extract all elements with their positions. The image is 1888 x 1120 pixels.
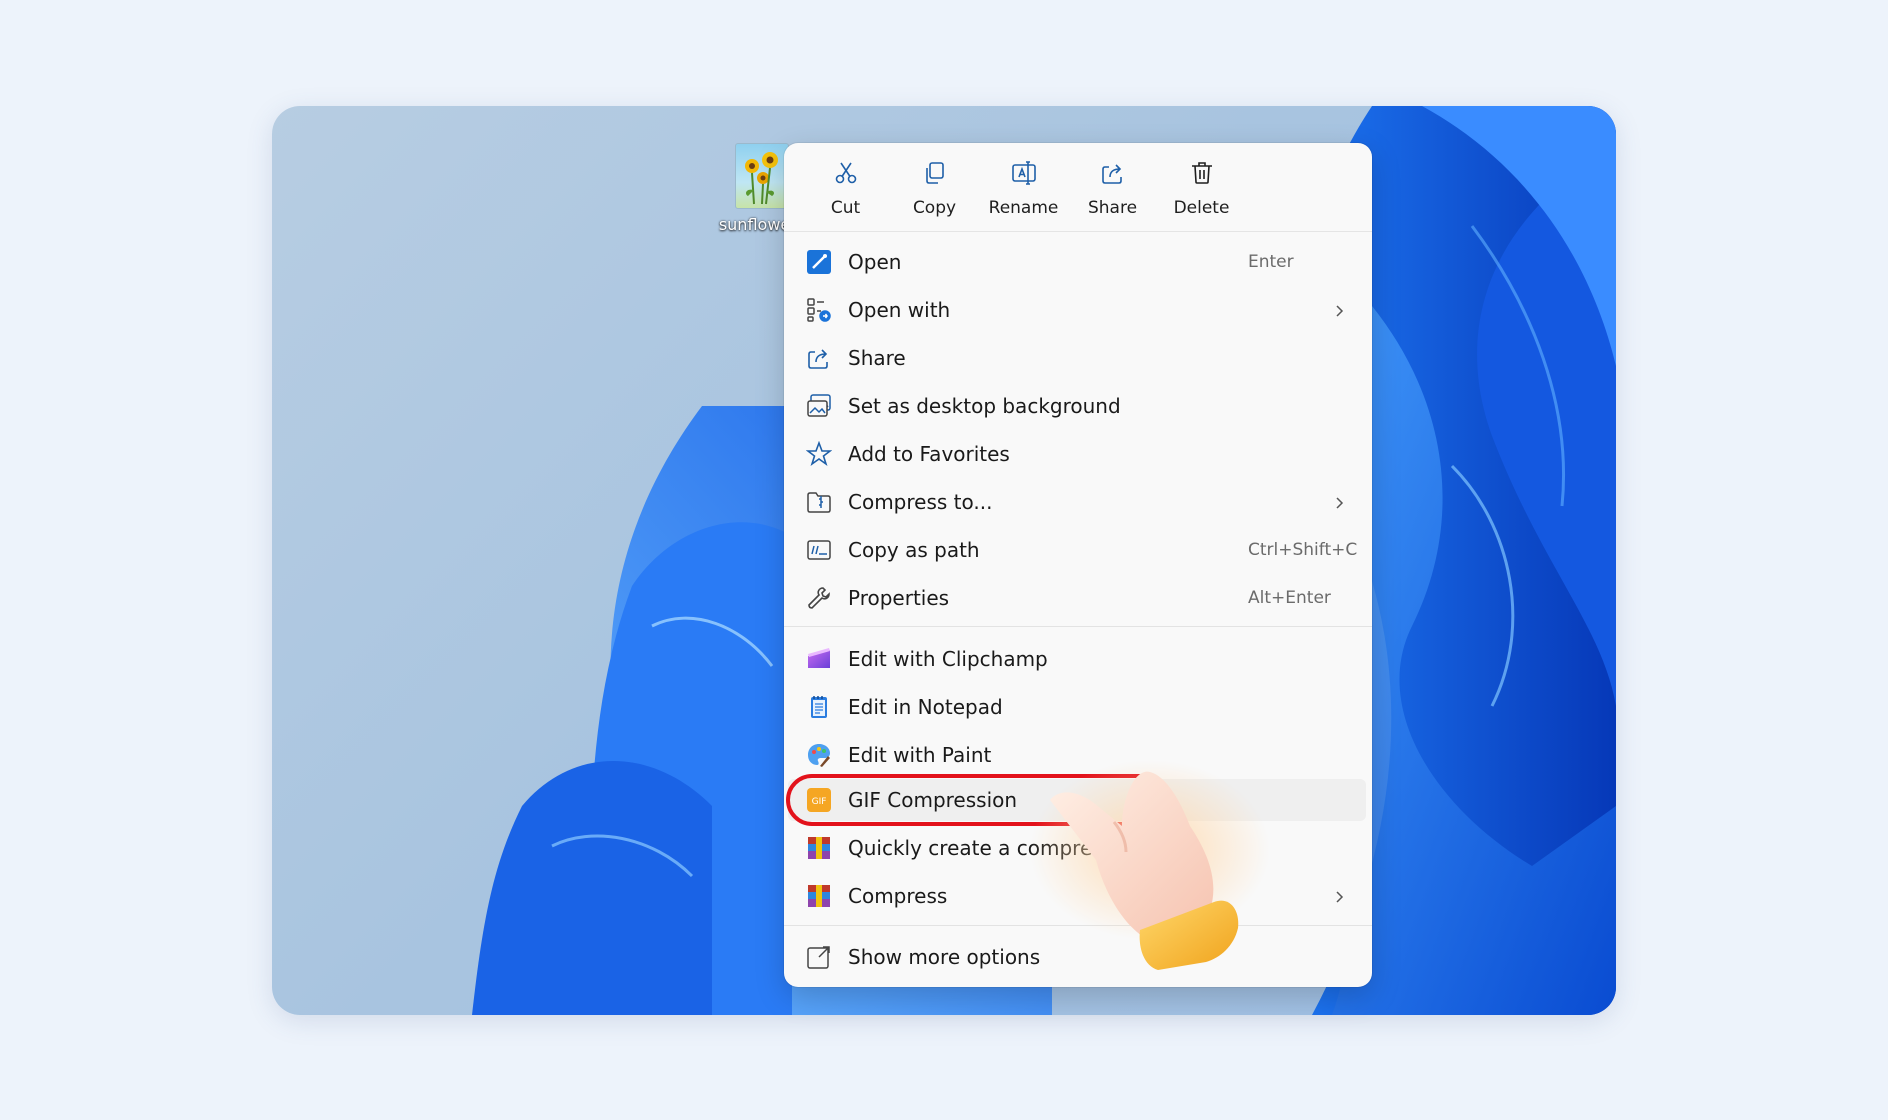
share-toolbar-button[interactable]: Share	[1068, 143, 1157, 231]
menu-separator	[784, 626, 1372, 627]
winrar-icon	[806, 883, 832, 909]
menu-item-open-with[interactable]: Open with	[784, 286, 1372, 334]
delete-button[interactable]: Delete	[1157, 143, 1246, 231]
menu-item-copy-as-path[interactable]: Copy as path Ctrl+Shift+C	[784, 526, 1372, 574]
menu-separator	[784, 925, 1372, 926]
highlight-ring	[786, 774, 1171, 826]
menu-item-quickly-create-compressed[interactable]: Quickly create a compres	[784, 824, 1372, 872]
menu-item-compress[interactable]: Compress	[784, 872, 1372, 920]
open-app-icon	[806, 249, 832, 275]
desktop-background-icon	[806, 393, 832, 419]
clipchamp-icon	[806, 646, 832, 672]
rename-button[interactable]: Rename	[979, 143, 1068, 231]
chevron-right-icon	[1332, 889, 1346, 903]
menu-item-edit-in-notepad[interactable]: Edit in Notepad	[784, 683, 1372, 731]
menu-item-compress-to[interactable]: Compress to...	[784, 478, 1372, 526]
context-toolbar: Cut Copy Rename Share Delete	[784, 143, 1372, 232]
cut-button[interactable]: Cut	[801, 143, 890, 231]
paint-palette-icon	[806, 742, 832, 768]
menu-item-share[interactable]: Share	[784, 334, 1372, 382]
copy-button[interactable]: Copy	[890, 143, 979, 231]
context-menu: Cut Copy Rename Share Delete Open Enter …	[784, 143, 1372, 987]
wrench-icon	[806, 585, 832, 611]
copy-icon	[922, 156, 948, 190]
notepad-icon	[806, 694, 832, 720]
menu-item-open[interactable]: Open Enter	[784, 238, 1372, 286]
sunflower-image-icon	[735, 143, 789, 209]
open-with-icon	[806, 297, 832, 323]
star-icon	[806, 441, 832, 467]
scissors-icon	[833, 156, 859, 190]
chevron-right-icon	[1332, 303, 1346, 317]
rename-icon	[1011, 156, 1037, 190]
menu-item-set-background[interactable]: Set as desktop background	[784, 382, 1372, 430]
menu-item-properties[interactable]: Properties Alt+Enter	[784, 574, 1372, 622]
trash-icon	[1189, 156, 1215, 190]
chevron-right-icon	[1332, 495, 1346, 509]
share-icon	[806, 345, 832, 371]
menu-item-edit-with-clipchamp[interactable]: Edit with Clipchamp	[784, 635, 1372, 683]
menu-item-show-more-options[interactable]: Show more options	[784, 933, 1372, 981]
copy-path-icon	[806, 537, 832, 563]
winrar-icon	[806, 835, 832, 861]
show-more-icon	[806, 944, 832, 970]
menu-item-edit-with-paint[interactable]: Edit with Paint	[784, 731, 1372, 779]
share-icon	[1100, 156, 1126, 190]
menu-item-add-to-favorites[interactable]: Add to Favorites	[784, 430, 1372, 478]
zip-folder-icon	[806, 489, 832, 515]
